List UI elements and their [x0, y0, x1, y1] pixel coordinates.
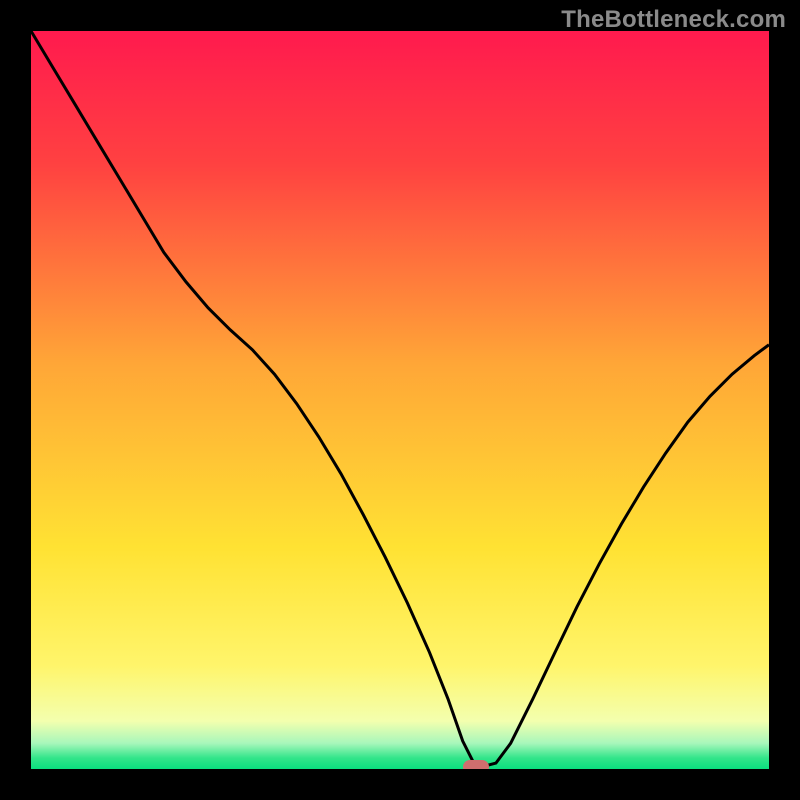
- chart-frame: TheBottleneck.com: [0, 0, 800, 800]
- watermark-text: TheBottleneck.com: [561, 6, 786, 34]
- plot-area: [31, 31, 769, 769]
- optimal-point-marker: [463, 760, 489, 769]
- gradient-background: [31, 31, 769, 769]
- bottleneck-chart: [31, 31, 769, 769]
